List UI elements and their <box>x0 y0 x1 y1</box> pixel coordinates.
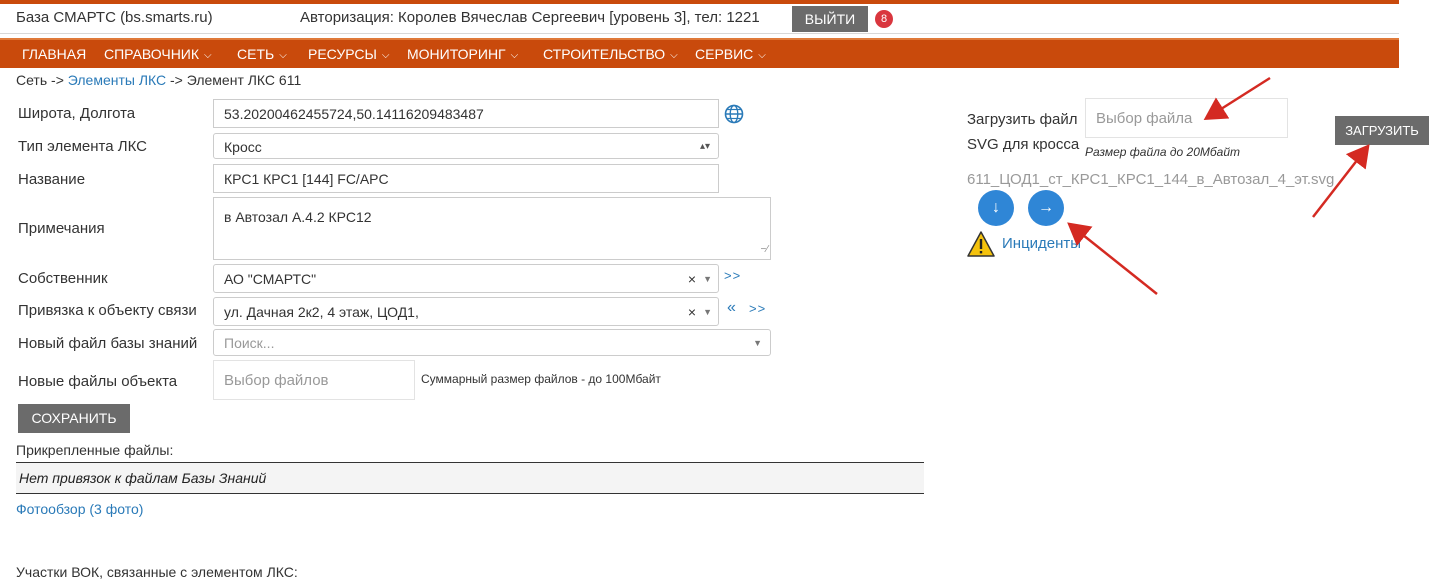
annotation-arrow-upload-button <box>1312 144 1370 218</box>
annotation-arrow-open-button <box>1067 222 1158 295</box>
annotation-arrows <box>1067 76 1370 295</box>
annotation-arrow-file-input <box>1203 76 1271 121</box>
